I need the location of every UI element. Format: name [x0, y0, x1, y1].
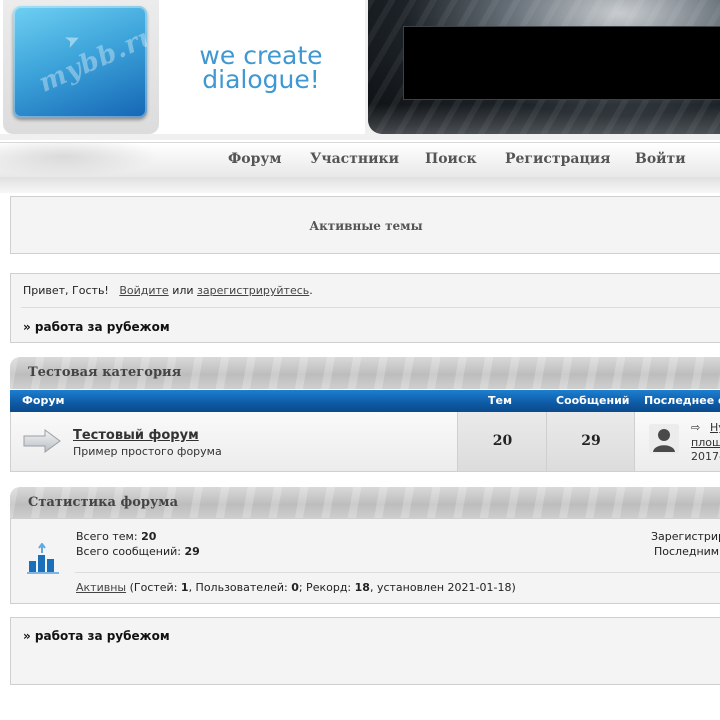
- posts-cell: 29: [546, 412, 634, 471]
- nav-forum[interactable]: Форум: [228, 151, 282, 167]
- nav-shadow-band: [0, 177, 720, 193]
- topics-count: 20: [492, 433, 513, 449]
- last-post-arrow-icon[interactable]: ⇨: [691, 421, 700, 434]
- forum-description: Пример простого форума: [73, 445, 222, 458]
- stats-divider: [75, 572, 720, 573]
- category-header: Тестовая категория: [10, 357, 720, 389]
- col-posts: Сообщений: [556, 394, 630, 407]
- active-topics-box: Активные темы: [10, 196, 720, 254]
- online-guests-value: 1: [180, 581, 189, 594]
- online-summary: Активны (Гостей: 1, Пользователей: 0; Ре…: [76, 581, 516, 594]
- nav-login[interactable]: Войти: [635, 151, 686, 167]
- col-last-post: Последнее с: [644, 394, 720, 407]
- slogan-line-2: dialogue!: [202, 65, 320, 94]
- user-avatar-icon: [649, 424, 679, 454]
- total-posts-label: Всего сообщений:: [76, 545, 181, 558]
- online-guests-label: (Гостей:: [129, 581, 178, 594]
- site-logo[interactable]: ➤ mybb.ru: [13, 6, 147, 118]
- period-text: .: [309, 284, 313, 297]
- welcome-box: Привет, Гость! Войдите или зарегистрируй…: [10, 273, 720, 343]
- total-posts: Всего сообщений: 29: [76, 545, 200, 558]
- stats-box: Всего тем: 20 Всего сообщений: 29 Зареги…: [10, 518, 720, 604]
- registered-users-text: Зарегистрир: [651, 530, 720, 543]
- footer-box: » работа за рубежом: [10, 617, 720, 685]
- nav-search[interactable]: Поиск: [425, 151, 477, 167]
- last-post-link[interactable]: Ну: [710, 421, 720, 434]
- or-text: или: [172, 284, 194, 297]
- newest-user-text: Последним: [654, 545, 720, 558]
- header-banner: [368, 0, 720, 134]
- forum-row: Тестовый форум Пример простого форума 20…: [10, 412, 720, 472]
- col-topics: Тем: [488, 394, 512, 407]
- site-slogan: we create dialogue!: [196, 43, 326, 94]
- site-header: ➤ mybb.ru we create dialogue!: [0, 0, 720, 140]
- divider: [21, 307, 720, 308]
- total-topics: Всего тем: 20: [76, 530, 156, 543]
- stats-header: Статистика форума: [10, 487, 720, 519]
- main-navigation: Форум Участники Поиск Регистрация Войти: [0, 142, 720, 178]
- register-link[interactable]: зарегистрируйтесь: [197, 284, 309, 297]
- online-users-label: , Пользователей:: [188, 581, 288, 594]
- topics-cell: 20: [457, 412, 546, 471]
- nav-members[interactable]: Участники: [310, 151, 399, 167]
- logo-frame: ➤ mybb.ru: [3, 0, 159, 134]
- breadcrumb[interactable]: » работа за рубежом: [23, 320, 170, 334]
- posts-count: 29: [581, 433, 601, 449]
- online-record-label: ; Рекорд:: [298, 581, 352, 594]
- logo-text: mybb.ru: [34, 19, 147, 99]
- login-link[interactable]: Войдите: [119, 284, 168, 297]
- nav-ornament: [0, 143, 160, 177]
- online-users-value: 0: [291, 581, 299, 594]
- total-posts-value: 29: [184, 545, 200, 558]
- active-topics-title[interactable]: Активные темы: [11, 219, 720, 233]
- last-post-date: 2017-: [691, 450, 720, 463]
- forum-arrow-icon: [23, 429, 61, 453]
- forum-title-link[interactable]: Тестовый форум: [73, 428, 199, 443]
- online-users-link[interactable]: Активны: [76, 581, 126, 594]
- greeting-text: Привет, Гость!: [23, 284, 109, 297]
- col-forum: Форум: [22, 394, 65, 407]
- footer-breadcrumb[interactable]: » работа за рубежом: [23, 629, 170, 643]
- forum-column-headers: Форум Тем Сообщений Последнее с: [10, 390, 720, 412]
- online-record-date: , установлен 2021-01-18): [369, 581, 516, 594]
- banner-glow: [368, 104, 720, 134]
- last-post-link-2[interactable]: площ: [691, 436, 720, 449]
- nav-register[interactable]: Регистрация: [505, 151, 611, 167]
- online-record-value: 18: [354, 581, 370, 594]
- total-topics-value: 20: [141, 530, 157, 543]
- stats-chart-icon: [27, 543, 59, 574]
- category-title[interactable]: Тестовая категория: [28, 365, 181, 380]
- stats-title: Статистика форума: [28, 495, 178, 510]
- banner-screen: [403, 26, 720, 100]
- total-topics-label: Всего тем:: [76, 530, 138, 543]
- welcome-line: Привет, Гость! Войдите или зарегистрируй…: [23, 284, 313, 297]
